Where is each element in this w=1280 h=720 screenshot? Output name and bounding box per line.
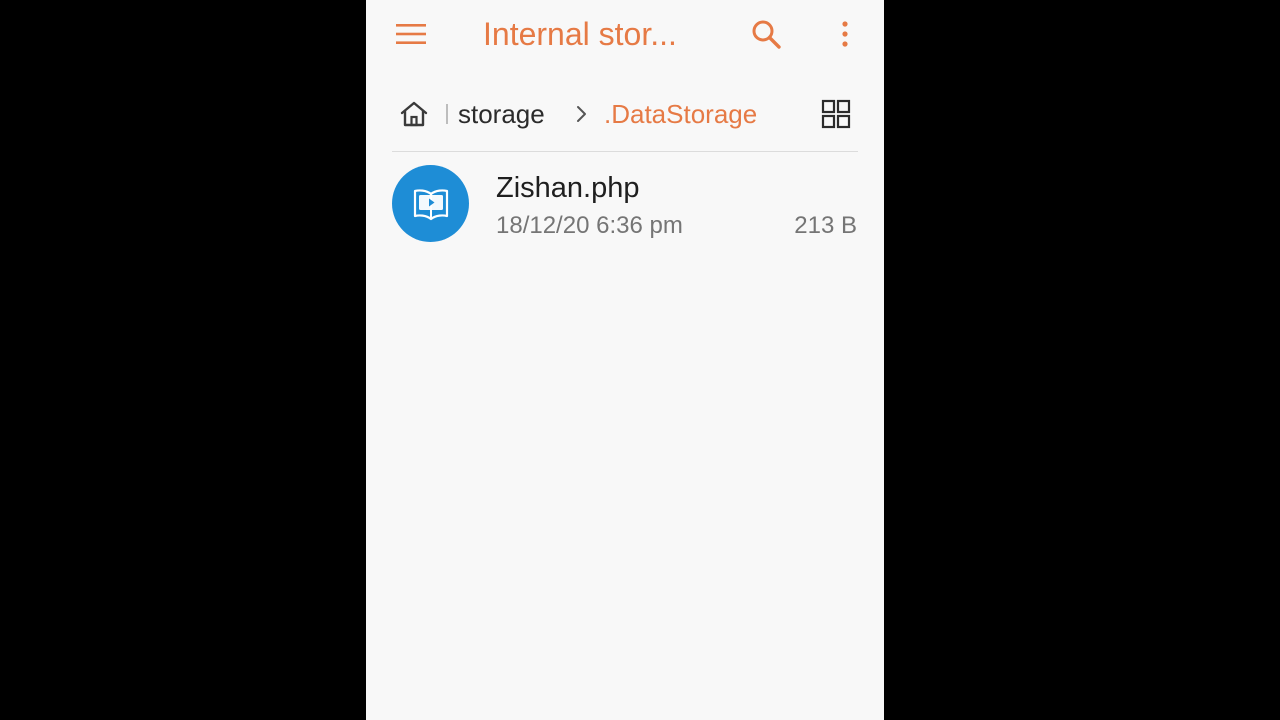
- page-title: Internal stor...: [483, 16, 677, 52]
- app-screen: Internal stor... storage .DataStorage Zi…: [366, 0, 884, 720]
- grid-view-icon[interactable]: [818, 96, 854, 132]
- book-file-icon: [392, 165, 469, 242]
- search-icon[interactable]: [744, 12, 788, 56]
- list-item[interactable]: Zishan.php 18/12/20 6:36 pm 213 B: [366, 160, 884, 248]
- breadcrumb: storage .DataStorage: [366, 92, 884, 138]
- file-name: Zishan.php: [496, 172, 640, 204]
- home-icon[interactable]: [396, 96, 432, 132]
- breadcrumb-item-storage[interactable]: storage: [458, 96, 545, 132]
- breadcrumb-item-current[interactable]: .DataStorage: [604, 96, 757, 132]
- breadcrumb-separator: [446, 104, 448, 124]
- divider: [392, 151, 858, 152]
- more-vert-icon[interactable]: [828, 12, 862, 56]
- chevron-right-icon: [574, 102, 590, 126]
- app-bar: Internal stor...: [366, 0, 884, 68]
- hamburger-menu-icon[interactable]: [390, 14, 432, 54]
- file-size: 213 B: [794, 212, 857, 239]
- file-date: 18/12/20 6:36 pm: [496, 212, 683, 239]
